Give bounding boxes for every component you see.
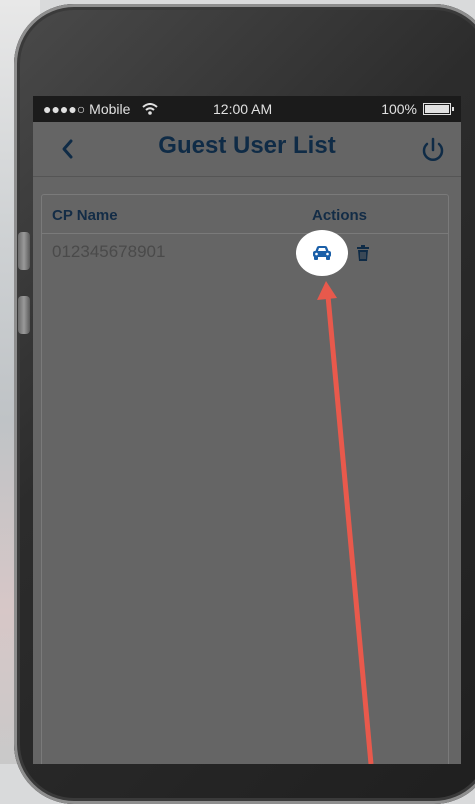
- car-icon: [313, 246, 331, 260]
- carrier: ●●●●○ Mobile: [43, 101, 159, 117]
- nav-bar: Guest User List: [33, 122, 461, 177]
- volume-up-button: [18, 232, 30, 270]
- status-bar: ●●●●○ Mobile 12:00 AM 100%: [33, 96, 461, 122]
- page-title: Guest User List: [158, 132, 336, 159]
- trash-icon[interactable]: [356, 245, 370, 261]
- battery-icon: [423, 103, 454, 115]
- status-time: 12:00 AM: [213, 101, 273, 117]
- car-action-button[interactable]: [296, 230, 348, 276]
- power-icon[interactable]: [419, 136, 447, 164]
- column-header-cp-name: CP Name: [52, 207, 118, 224]
- carrier-label: ●●●●○ Mobile: [43, 101, 131, 117]
- table-header: CP Name Actions: [42, 195, 448, 234]
- battery: 100%: [381, 101, 454, 117]
- cp-name-cell: 012345678901: [52, 242, 166, 261]
- volume-down-button: [18, 296, 30, 334]
- column-header-actions: Actions: [312, 207, 368, 224]
- guest-user-table: CP Name Actions 012345678901: [41, 194, 449, 764]
- battery-percent: 100%: [381, 101, 417, 117]
- app-screen: ●●●●○ Mobile 12:00 AM 100% Guest User Li…: [33, 96, 461, 764]
- table-row: 012345678901: [42, 230, 448, 276]
- wifi-icon: [142, 103, 159, 115]
